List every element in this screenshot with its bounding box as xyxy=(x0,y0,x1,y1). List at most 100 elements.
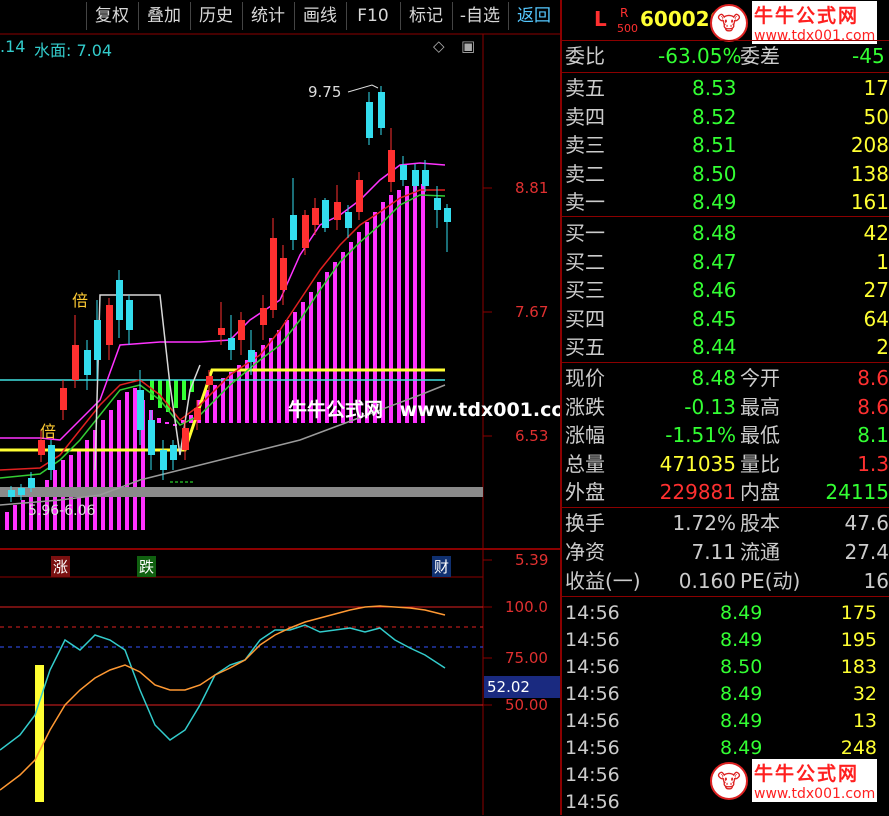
weibi-label: 委比 xyxy=(565,44,605,68)
tick-price: 8.49 xyxy=(720,710,763,732)
sell-level-label: 卖一 xyxy=(565,190,605,214)
histogram-bar xyxy=(381,202,385,423)
tick-price: 8.49 xyxy=(720,683,763,705)
watermark-top-name: 牛牛公式网 xyxy=(752,1,878,28)
fund-label: 换手 xyxy=(565,511,605,535)
watermark-top: 🐮 牛牛公式网 www.tdx001.com xyxy=(710,1,878,44)
sell-level-label: 卖四 xyxy=(565,104,605,129)
fund-label: 净资 xyxy=(565,540,605,564)
sell-level-price: 8.52 xyxy=(692,104,737,129)
histogram-bar xyxy=(133,388,137,530)
candle-body xyxy=(170,445,177,460)
zhang-marker: 涨 xyxy=(51,556,71,577)
stat-label-2: 内盘 xyxy=(740,480,780,504)
candle-body xyxy=(444,208,451,222)
stat-label-2: 最高 xyxy=(740,394,780,419)
level-100-label: 100.0 xyxy=(505,598,548,616)
stat-value-2: 1.3 xyxy=(857,451,889,476)
tick-volume: 175 xyxy=(840,602,877,624)
sell-level-volume: 208 xyxy=(850,133,889,157)
candle-body xyxy=(228,338,235,350)
histogram-bar xyxy=(221,378,225,423)
candle-body xyxy=(280,258,287,290)
candle-body xyxy=(28,478,35,488)
indicator-prefix: .14 xyxy=(0,37,26,56)
peak-arrow xyxy=(347,84,379,93)
candle-body xyxy=(378,92,385,128)
stat-value-2: 8.6 xyxy=(857,394,889,419)
watermark-center: 牛牛公式网 www.tdx001.com xyxy=(288,395,584,422)
header-l-marker: L xyxy=(594,7,607,31)
candle-body xyxy=(60,388,67,410)
tick-time: 14:56 xyxy=(565,629,620,651)
price-label-4: 5.39 xyxy=(515,551,549,569)
buy-level-price: 8.47 xyxy=(692,249,737,274)
buy-level-volume: 2 xyxy=(876,335,889,359)
bei-marker-2: 倍 xyxy=(40,422,57,441)
fund-row-3: 收益(一) 0.160 PE(动) 16 xyxy=(562,567,889,595)
peak-label: 9.75 xyxy=(308,83,342,101)
stat-row-5: 外盘 229881 内盘 24115 xyxy=(562,478,889,506)
stat-row-4: 总量 471035 量比 1.3 xyxy=(562,450,889,478)
candle-body xyxy=(356,180,363,212)
diamond-icon[interactable]: ◇ xyxy=(433,37,445,55)
candle-body xyxy=(94,320,101,360)
stat-value: -0.13 xyxy=(684,394,736,419)
tick-time: 14:56 xyxy=(565,656,620,678)
histogram-bar xyxy=(21,500,25,530)
candle-body xyxy=(248,350,255,362)
tick-volume: 195 xyxy=(840,629,877,651)
stat-value: -1.51% xyxy=(665,423,736,447)
stat-label-2: 今开 xyxy=(740,366,780,390)
stat-label: 涨跌 xyxy=(565,394,605,419)
window-toggle-icon[interactable]: ▣ xyxy=(461,37,475,55)
histogram-bar xyxy=(117,400,121,530)
histogram-bar xyxy=(109,410,113,530)
tick-volume: 32 xyxy=(852,683,877,705)
sell-level-price: 8.51 xyxy=(692,133,737,157)
histogram-bar xyxy=(5,512,9,530)
fund-label-2: 股本 xyxy=(740,511,780,535)
stat-value-2: 24115 xyxy=(825,480,889,504)
low-label: 5.96-6.06 xyxy=(28,503,96,519)
candle-body xyxy=(160,450,167,470)
sell-level-volume: 50 xyxy=(863,104,889,129)
candle-body xyxy=(322,200,329,228)
candle-body xyxy=(302,215,309,248)
tick-price: 8.49 xyxy=(720,602,763,624)
candle-body xyxy=(18,488,25,495)
fund-value-2: 47.6 xyxy=(844,511,889,535)
candle-body xyxy=(206,376,213,385)
tick-row-7: 14:56 xyxy=(562,762,889,789)
buy-level-volume: 27 xyxy=(863,278,889,302)
level-50-label: 50.00 xyxy=(505,696,548,714)
histogram-bar xyxy=(237,365,241,423)
sell-row-1: 卖五 8.53 17 xyxy=(562,74,889,102)
candle-body xyxy=(38,440,45,455)
candle-body xyxy=(290,215,297,240)
tick-row-3: 14:56 8.50 183 xyxy=(562,654,889,681)
indicator-label: 水面: 7.04 xyxy=(34,41,113,60)
sell-level-volume: 161 xyxy=(850,190,889,214)
cai-marker: 财 xyxy=(432,556,452,577)
tick-volume: 13 xyxy=(852,710,877,732)
histogram-bar xyxy=(389,195,393,423)
sell-level-label: 卖三 xyxy=(565,133,605,157)
buy-row-1: 买一 8.48 42 xyxy=(562,219,889,247)
histogram-bar xyxy=(125,392,129,530)
kdj-orange-line xyxy=(0,605,446,791)
sell-row-2: 卖四 8.52 50 xyxy=(562,103,889,131)
tick-row-8: 14:56 xyxy=(562,789,889,816)
buy-level-label: 买四 xyxy=(565,306,605,331)
candle-body xyxy=(260,308,267,325)
candle-body xyxy=(412,170,419,186)
buy-level-volume: 1 xyxy=(876,249,889,274)
stat-value: 8.48 xyxy=(691,366,736,390)
fund-row-2: 净资 7.11 流通 27.4 xyxy=(562,538,889,566)
cow-logo-icon: 🐮 xyxy=(710,3,748,42)
candle-body xyxy=(72,345,79,380)
sell-level-label: 卖二 xyxy=(565,161,605,186)
histogram-bar xyxy=(13,505,17,530)
tick-time: 14:56 xyxy=(565,737,620,759)
candle-body xyxy=(312,208,319,225)
